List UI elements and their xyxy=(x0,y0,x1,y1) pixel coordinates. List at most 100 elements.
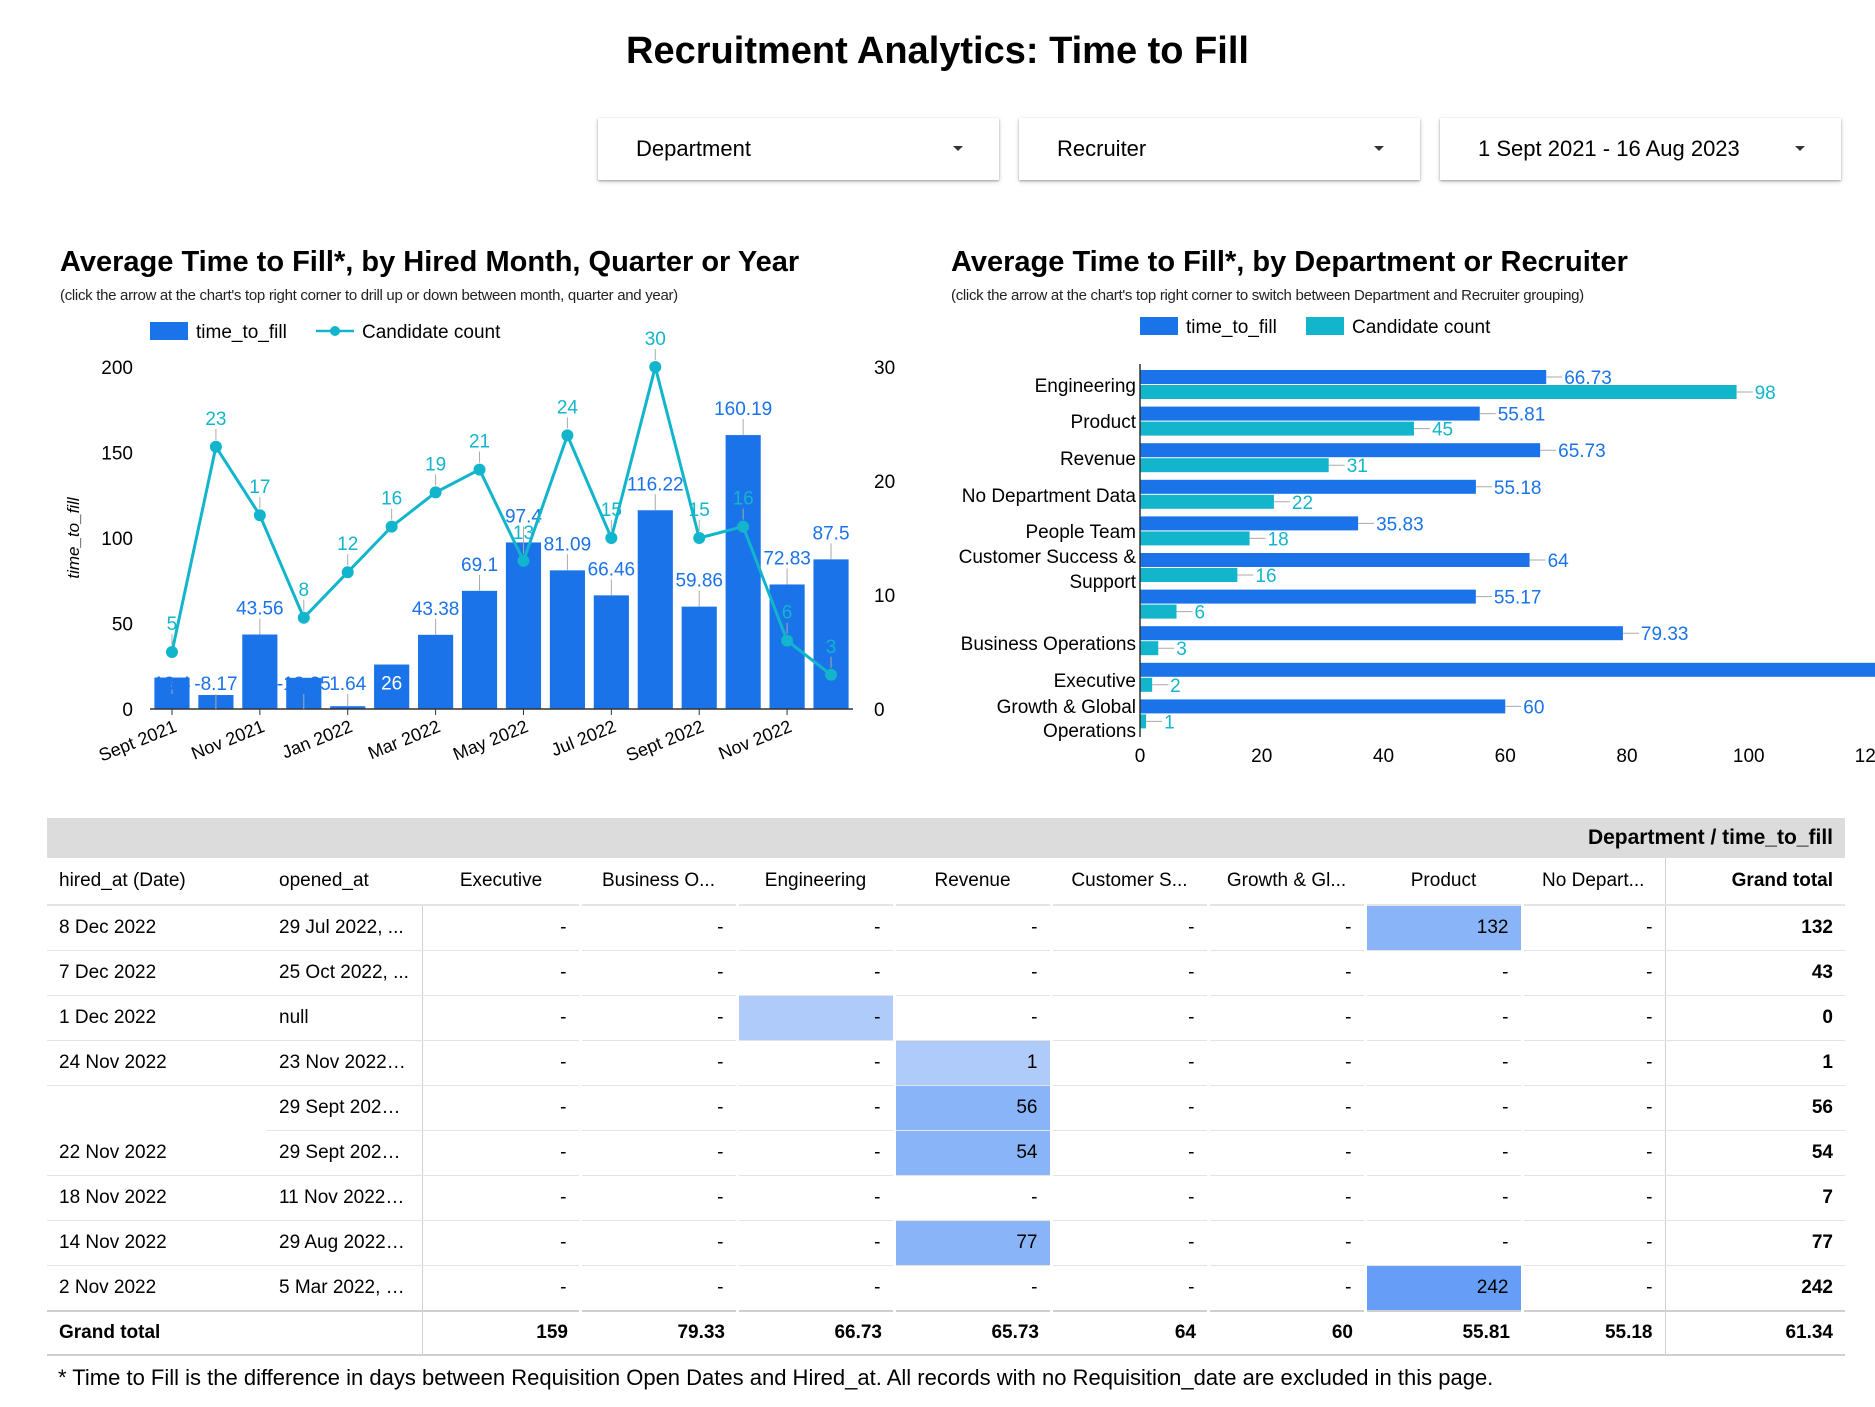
time-to-fill-by-department-chart[interactable]: time_to_fill Candidate count66.739855.814… xyxy=(930,0,1875,800)
count-value-label: 2 xyxy=(1170,676,1181,697)
pivot-value-cell: - xyxy=(735,1085,894,1131)
category-label: Business Operations xyxy=(961,634,1136,655)
candidate-count-point xyxy=(385,520,398,533)
pivot-value-cell: - xyxy=(1049,1085,1208,1131)
pivot-column-header[interactable]: Executive xyxy=(422,858,580,906)
pivot-column-header[interactable]: hired_at (Date) xyxy=(47,858,267,906)
pivot-value-cell: - xyxy=(578,905,737,951)
pivot-row-total: 43 xyxy=(1664,950,1845,996)
line-value-label: 16 xyxy=(381,489,402,510)
line-value-label: 30 xyxy=(645,329,666,350)
candidate-count-point xyxy=(517,554,530,567)
legend-swatch-candidate-count xyxy=(1306,317,1344,335)
x-axis-tick-label: Sept 2021 xyxy=(96,716,180,765)
count-value-label: 22 xyxy=(1292,493,1313,514)
candidate-count-point xyxy=(737,520,750,533)
x-axis-tick-label: 40 xyxy=(1373,746,1394,767)
pivot-value-cell: - xyxy=(1363,950,1522,996)
line-value-label: 24 xyxy=(557,397,579,418)
pivot-value-cell: - xyxy=(578,995,737,1041)
legend-swatch-candidate-dot xyxy=(330,326,340,336)
pivot-value-cell: - xyxy=(1049,950,1208,996)
x-axis-tick-label: 0 xyxy=(1135,746,1146,767)
legend-label-time-to-fill: time_to_fill xyxy=(1186,317,1277,338)
pivot-cell-opened-at: null xyxy=(267,995,422,1041)
bar-value-label: 1.64 xyxy=(329,674,366,695)
candidate-count-point xyxy=(561,429,574,442)
pivot-value-cell: - xyxy=(1206,950,1365,996)
bar-time-to-fill xyxy=(505,542,542,709)
bar-value-label: 66.46 xyxy=(588,559,636,580)
bar-value-label: 43.56 xyxy=(236,599,284,620)
bar-candidate-count xyxy=(1140,604,1177,619)
candidate-count-point xyxy=(693,532,706,544)
bar-value-label: 60 xyxy=(1523,697,1544,718)
pivot-column-header[interactable]: Business O... xyxy=(580,858,737,906)
pivot-grand-total-row: Grand total 159 79.33 66.73 65.73 64 60 55.81 55… xyxy=(47,1310,1845,1356)
pivot-value-cell: - xyxy=(1363,1085,1522,1131)
pivot-row: 29 Sept 2022,... - - -56- - - -56 xyxy=(47,1085,1845,1131)
bar-time-to-fill xyxy=(1140,699,1506,714)
count-value-label: 18 xyxy=(1268,529,1289,550)
pivot-value-cell: - xyxy=(421,1085,580,1131)
pivot-cell-hired-at: 7 Dec 2022 xyxy=(47,950,267,996)
x-axis-tick-label: Nov 2022 xyxy=(716,716,795,763)
bar-value-label: 65.73 xyxy=(1558,441,1606,462)
pivot-column-header[interactable]: opened_at xyxy=(267,858,422,906)
x-axis-tick-label: 80 xyxy=(1616,746,1637,767)
count-value-label: 16 xyxy=(1255,566,1276,587)
pivot-value-cell: 1 xyxy=(892,1040,1051,1086)
category-label: Customer Success & xyxy=(959,547,1137,568)
pivot-cell-opened-at: 25 Oct 2022, ... xyxy=(267,950,422,996)
line-value-label: 15 xyxy=(601,500,622,521)
bar-time-to-fill xyxy=(549,570,585,709)
pivot-column-header[interactable]: Grand total xyxy=(1664,858,1845,906)
grand-total-empty-cell xyxy=(267,1310,422,1356)
pivot-value-cell: - xyxy=(578,1085,737,1131)
pivot-column-header[interactable]: Customer S... xyxy=(1051,858,1208,906)
count-value-label: 1 xyxy=(1164,712,1175,733)
bar-value-label: -8.17 xyxy=(194,674,237,695)
bar-candidate-count xyxy=(1140,385,1737,399)
pivot-value-cell: - xyxy=(421,1130,580,1176)
pivot-value-cell: - xyxy=(578,1175,737,1221)
y-axis-tick-label: 50 xyxy=(112,615,133,636)
bar-time-to-fill xyxy=(1140,553,1530,567)
grand-total-cell: 60 xyxy=(1208,1310,1365,1356)
time-to-fill-by-month-chart[interactable]: time_to_fill Candidate count 0 50 100 150 200 0… xyxy=(0,0,900,800)
category-label: Engineering xyxy=(1035,376,1136,397)
category-label: Growth & Global xyxy=(997,697,1136,718)
pivot-value-cell: - xyxy=(578,1220,737,1266)
category-label: Operations xyxy=(1043,721,1136,742)
pivot-value-cell: - xyxy=(421,995,580,1041)
pivot-table: Department / time_to_fill hired_at (Date… xyxy=(47,818,1845,1356)
pivot-column-header[interactable]: Product xyxy=(1365,858,1522,906)
x-axis-tick-label: 60 xyxy=(1495,746,1516,767)
pivot-column-header[interactable]: Engineering xyxy=(737,858,894,906)
line-value-label: 23 xyxy=(205,409,226,430)
bar-time-to-fill xyxy=(1140,370,1547,384)
bar-time-to-fill xyxy=(1140,516,1359,531)
pivot-row-total: 54 xyxy=(1664,1130,1845,1176)
pivot-column-header[interactable]: Revenue xyxy=(894,858,1051,906)
y2-axis-tick-label: 20 xyxy=(874,472,895,493)
pivot-value-cell: - xyxy=(578,950,737,996)
pivot-cell-hired-at: 22 Nov 2022 xyxy=(47,1130,267,1176)
y-axis-tick-label: 150 xyxy=(101,444,133,465)
y2-axis-tick-label: 10 xyxy=(874,586,895,607)
pivot-value-cell: 132 xyxy=(1363,905,1522,951)
pivot-value-cell: - xyxy=(421,1265,580,1312)
pivot-column-header[interactable]: No Depart... xyxy=(1522,858,1665,906)
pivot-row: 8 Dec 2022 29 Jul 2022, ... - - - - - -132-132 xyxy=(47,905,1845,951)
candidate-count-point xyxy=(297,611,310,624)
bar-value-label: 87.5 xyxy=(813,523,850,544)
bar-value-label: 26 xyxy=(381,674,402,695)
pivot-value-cell: 56 xyxy=(892,1085,1051,1131)
pivot-column-header[interactable]: Growth & Gl... xyxy=(1208,858,1365,906)
pivot-value-cell: - xyxy=(1049,995,1208,1041)
pivot-cell-opened-at: 29 Aug 2022, ... xyxy=(267,1220,422,1266)
bar-candidate-count xyxy=(1140,641,1159,656)
bar-value-label: 18.4 xyxy=(153,674,190,695)
x-axis-tick-label: May 2022 xyxy=(450,716,531,764)
category-label: Executive xyxy=(1054,671,1136,692)
